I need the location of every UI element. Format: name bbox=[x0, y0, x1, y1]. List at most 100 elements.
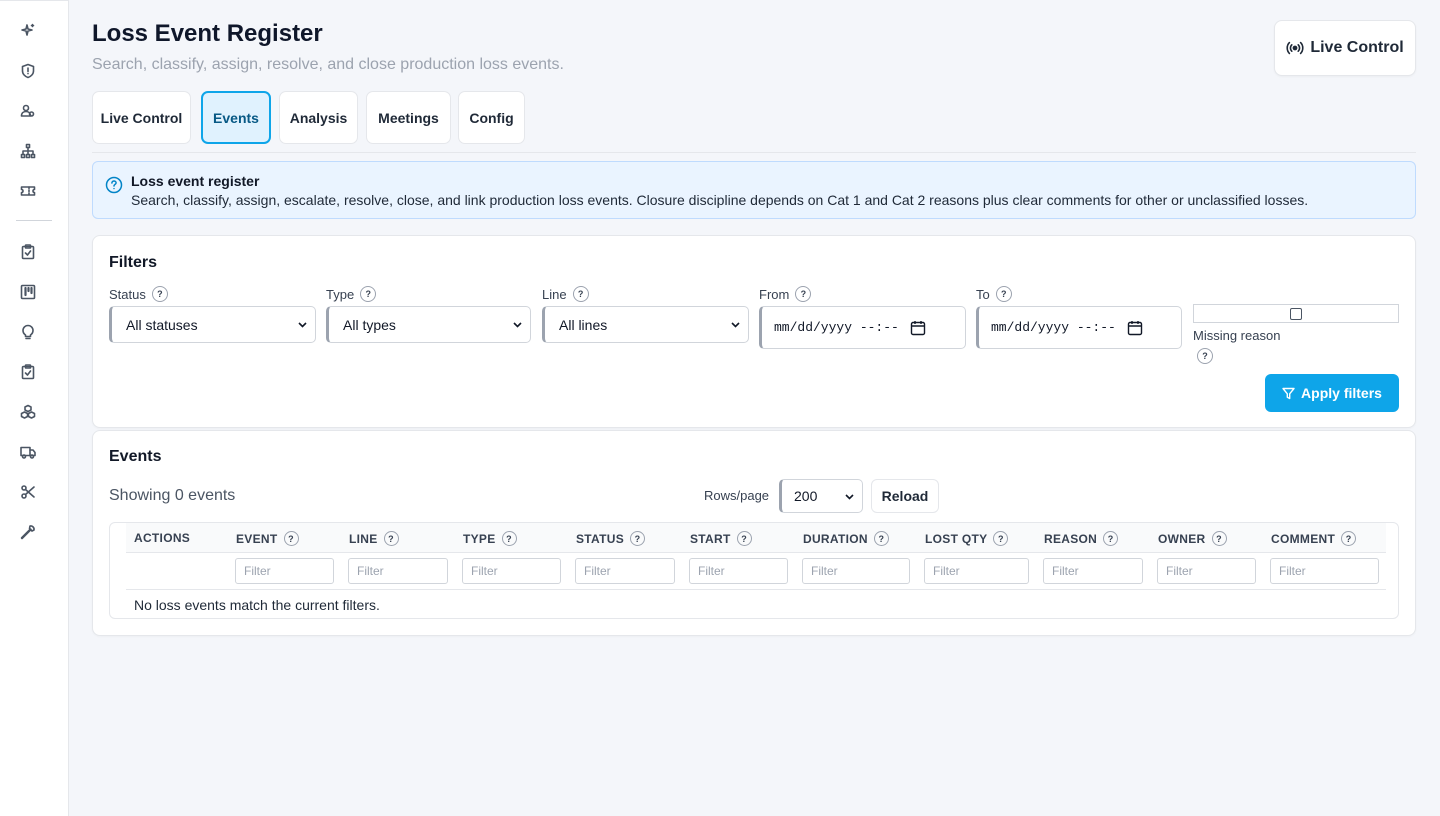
help-icon[interactable]: ? bbox=[995, 286, 1012, 302]
filter-input-comment[interactable]: Filter bbox=[1270, 558, 1379, 584]
from-filter-label: From ? bbox=[759, 286, 812, 302]
status-select-value: All statuses bbox=[126, 316, 198, 333]
line-select[interactable]: All lines bbox=[542, 306, 749, 343]
help-icon[interactable]: ? bbox=[630, 531, 646, 546]
network-icon[interactable] bbox=[18, 141, 38, 161]
apply-filters-button[interactable]: Apply filters bbox=[1265, 374, 1399, 412]
type-label-text: Type bbox=[326, 286, 355, 302]
rows-per-page-label: Rows/page bbox=[704, 488, 770, 503]
to-label-text: To bbox=[976, 286, 990, 302]
scissors-icon[interactable] bbox=[18, 482, 38, 502]
truck-icon[interactable] bbox=[18, 442, 38, 462]
page-title: Loss Event Register bbox=[92, 20, 323, 47]
to-filter-label: To ? bbox=[976, 286, 1012, 302]
calendar-icon[interactable] bbox=[910, 320, 926, 336]
help-icon[interactable]: ? bbox=[1211, 531, 1227, 546]
shield-icon[interactable] bbox=[18, 61, 38, 81]
column-header-line[interactable]: LINE? bbox=[349, 531, 399, 546]
live-control-label: Live Control bbox=[1310, 39, 1404, 56]
lightbulb-icon[interactable] bbox=[18, 322, 38, 342]
help-icon[interactable]: ? bbox=[993, 531, 1009, 546]
help-circle-icon bbox=[105, 176, 123, 194]
users-icon[interactable] bbox=[18, 101, 38, 121]
chevron-down-icon bbox=[731, 322, 740, 328]
clipboard-icon[interactable] bbox=[18, 242, 38, 262]
help-icon[interactable]: ? bbox=[795, 286, 812, 302]
help-icon[interactable]: ? bbox=[1103, 531, 1119, 546]
help-icon[interactable]: ? bbox=[1341, 531, 1357, 546]
clipboard-check-icon[interactable] bbox=[18, 362, 38, 382]
help-icon[interactable]: ? bbox=[360, 286, 377, 302]
filter-input-start[interactable]: Filter bbox=[689, 558, 788, 584]
filter-input-owner[interactable]: Filter bbox=[1157, 558, 1256, 584]
tab-live-control[interactable]: Live Control bbox=[92, 91, 191, 144]
chevron-down-icon bbox=[298, 322, 307, 328]
rows-per-page-select[interactable]: 200 bbox=[779, 479, 863, 513]
line-label-text: Line bbox=[542, 286, 567, 302]
ticket-icon[interactable] bbox=[18, 181, 38, 201]
column-label: OWNER bbox=[1158, 531, 1206, 546]
column-filter-row: Filter Filter Filter Filter Filter Filte… bbox=[126, 553, 1386, 590]
help-icon[interactable]: ? bbox=[283, 531, 299, 546]
filter-input-reason[interactable]: Filter bbox=[1043, 558, 1143, 584]
from-datetime-input[interactable]: mm/dd/yyyy --:-- bbox=[759, 306, 966, 349]
showing-count: Showing 0 events bbox=[109, 487, 236, 504]
column-header-status[interactable]: STATUS? bbox=[576, 531, 646, 546]
column-label: TYPE bbox=[463, 531, 496, 546]
column-header-reason[interactable]: REASON? bbox=[1044, 531, 1119, 546]
column-label: LINE bbox=[349, 531, 378, 546]
wrench-icon[interactable] bbox=[18, 522, 38, 542]
sidebar bbox=[0, 0, 69, 816]
tab-events[interactable]: Events bbox=[201, 91, 271, 144]
column-label: LOST QTY bbox=[925, 531, 988, 546]
type-filter-label: Type ? bbox=[326, 286, 377, 302]
help-icon[interactable]: ? bbox=[873, 531, 889, 546]
filter-input-event[interactable]: Filter bbox=[235, 558, 334, 584]
filter-input-lost-qty[interactable]: Filter bbox=[924, 558, 1029, 584]
info-title: Loss event register bbox=[131, 173, 260, 189]
tab-meetings[interactable]: Meetings bbox=[366, 91, 451, 144]
help-icon[interactable]: ? bbox=[736, 531, 752, 546]
type-select[interactable]: All types bbox=[326, 306, 531, 343]
filter-input-status[interactable]: Filter bbox=[575, 558, 675, 584]
broadcast-icon bbox=[1286, 41, 1304, 55]
tab-analysis[interactable]: Analysis bbox=[279, 91, 358, 144]
help-icon[interactable]: ? bbox=[383, 531, 399, 546]
column-header-type[interactable]: TYPE? bbox=[463, 531, 517, 546]
sparkles-icon[interactable] bbox=[18, 21, 38, 41]
column-label: STATUS bbox=[576, 531, 625, 546]
filter-input-type[interactable]: Filter bbox=[462, 558, 561, 584]
column-header-duration[interactable]: DURATION? bbox=[803, 531, 889, 546]
kanban-icon[interactable] bbox=[18, 282, 38, 302]
help-icon[interactable]: ? bbox=[1197, 348, 1213, 364]
filter-input-line[interactable]: Filter bbox=[348, 558, 448, 584]
info-banner: Loss event register Search, classify, as… bbox=[92, 161, 1416, 219]
help-icon[interactable]: ? bbox=[501, 531, 517, 546]
filter-icon bbox=[1282, 387, 1295, 399]
to-datetime-input[interactable]: mm/dd/yyyy --:-- bbox=[976, 306, 1182, 349]
help-icon[interactable]: ? bbox=[572, 286, 589, 302]
column-header-start[interactable]: START? bbox=[690, 531, 752, 546]
column-header-event[interactable]: EVENT? bbox=[236, 531, 299, 546]
column-header-lost-qty[interactable]: LOST QTY? bbox=[925, 531, 1009, 546]
missing-reason-checkbox-wrap[interactable] bbox=[1193, 304, 1399, 323]
table-header: ACTIONS EVENT? LINE? TYPE? STATUS? START… bbox=[126, 523, 1386, 553]
tab-config[interactable]: Config bbox=[458, 91, 525, 144]
calendar-icon[interactable] bbox=[1127, 320, 1143, 336]
status-filter-label: Status ? bbox=[109, 286, 168, 302]
column-header-comment[interactable]: COMMENT? bbox=[1271, 531, 1357, 546]
column-header-owner[interactable]: OWNER? bbox=[1158, 531, 1227, 546]
page-subtitle: Search, classify, assign, resolve, and c… bbox=[92, 56, 564, 73]
column-label: START bbox=[690, 531, 731, 546]
info-text: Search, classify, assign, escalate, reso… bbox=[131, 192, 1309, 208]
column-label: REASON bbox=[1044, 531, 1098, 546]
filter-input-duration[interactable]: Filter bbox=[802, 558, 910, 584]
missing-reason-checkbox[interactable] bbox=[1290, 307, 1302, 320]
boxes-icon[interactable] bbox=[18, 402, 38, 422]
live-control-button[interactable]: Live Control bbox=[1274, 20, 1416, 76]
help-icon[interactable]: ? bbox=[151, 286, 168, 302]
reload-button[interactable]: Reload bbox=[871, 479, 939, 513]
status-select[interactable]: All statuses bbox=[109, 306, 316, 343]
line-filter-label: Line ? bbox=[542, 286, 589, 302]
events-title: Events bbox=[109, 448, 162, 465]
